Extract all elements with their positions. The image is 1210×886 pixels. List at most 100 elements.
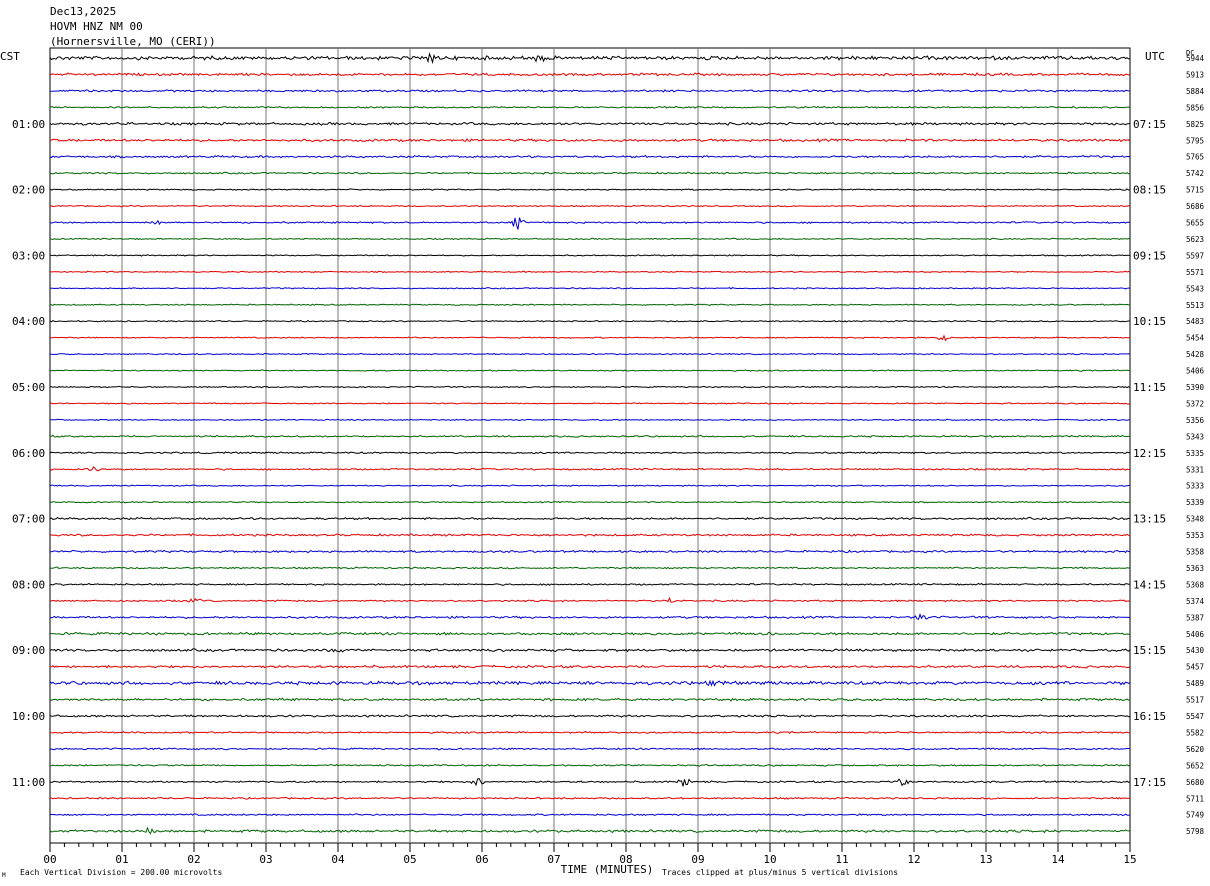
dc-offset-label: 5483 [1186,317,1204,326]
dc-offset-label: 5825 [1186,120,1204,129]
seismic-trace [49,451,1131,455]
seismic-trace [49,385,1131,389]
seismic-trace [49,270,1131,274]
right-hour-label: 15:15 [1133,644,1166,657]
x-tick-label: 03 [259,853,272,866]
right-hour-label: 11:15 [1133,381,1166,394]
scale-note: Each Vertical Division = 200.00 microvol… [20,868,223,877]
seismic-trace [49,697,1131,702]
seismic-trace [49,204,1131,208]
dc-offset-label: 5517 [1186,696,1204,705]
seismic-trace [49,549,1131,554]
right-hour-label: 08:15 [1133,184,1166,197]
dc-offset-label: 5374 [1186,597,1205,606]
seismic-trace [49,466,1131,472]
right-hour-label: 07:15 [1133,118,1166,131]
dc-offset-label: 5680 [1186,778,1205,787]
dc-offset-label: 5406 [1186,630,1205,639]
seismic-trace [49,334,1131,342]
dc-offset-label: 5795 [1186,136,1204,145]
x-tick-label: 14 [1051,853,1065,866]
seismic-trace [49,516,1131,521]
x-tick-label: 04 [331,853,345,866]
right-hour-label: 09:15 [1133,249,1166,262]
dc-offset-label: 5356 [1186,416,1205,425]
dc-offset-label: 5390 [1186,383,1205,392]
dc-offset-label: 5597 [1186,251,1204,260]
seismic-trace [49,171,1130,175]
seismic-trace [49,154,1131,159]
seismic-trace [49,648,1131,653]
seismic-trace [49,352,1131,356]
left-hour-label: 08:00 [12,578,45,591]
x-tick-label: 01 [115,853,128,866]
dc-offset-label: 5353 [1186,531,1204,540]
x-tick-label: 11 [835,853,848,866]
left-hour-label: 11:00 [12,776,45,789]
clip-note: Traces clipped at plus/minus 5 vertical … [662,868,899,877]
seismic-trace [50,664,1131,669]
seismic-trace [49,566,1131,570]
dc-offset-label: 5333 [1186,482,1204,491]
left-hour-label: 01:00 [12,118,45,131]
dc-offset-label: 5884 [1186,87,1205,96]
seismic-trace [49,533,1131,537]
left-hour-label: 05:00 [12,381,45,394]
plot-frame [49,47,1131,844]
x-tick-label: 00 [43,853,56,866]
seismic-trace [49,89,1131,93]
seismic-trace [49,500,1130,504]
dc-offset-label: 5571 [1186,268,1204,277]
seismic-trace [49,582,1131,586]
seismic-trace [49,418,1131,422]
left-hour-label: 09:00 [12,644,45,657]
dc-offset-label: 5913 [1186,70,1204,79]
dc-offset-label: 5358 [1186,548,1205,557]
x-tick-label: 15 [1123,853,1136,866]
x-tick-label: 02 [187,853,200,866]
seismic-trace [50,730,1131,735]
dc-offset-label: 5655 [1186,219,1204,228]
dc-offset-label: 5454 [1186,334,1205,343]
dc-offset-label: 5765 [1186,153,1204,162]
left-hour-label: 04:00 [12,315,45,328]
seismic-trace [49,714,1131,718]
dc-offset-label: 5543 [1186,284,1204,293]
seismic-trace [49,596,1131,603]
dc-offset-label: 5582 [1186,728,1204,737]
dc-offset-label: 5368 [1186,580,1205,589]
seismic-trace [50,763,1131,767]
seismic-trace [49,679,1131,687]
seismic-trace [49,188,1131,191]
seismic-trace [49,484,1130,487]
left-hour-label: 07:00 [12,513,45,526]
dc-offset-label: 5715 [1186,186,1204,195]
seismic-trace [49,826,1131,835]
x-axis-label: TIME (MINUTES) [561,863,654,876]
dc-offset-label: 5335 [1186,449,1204,458]
dc-offset-label: 5339 [1186,498,1204,507]
dc-offset-label: 5547 [1186,712,1204,721]
seismic-trace [49,796,1131,800]
seismic-trace [49,254,1131,257]
seismic-trace [49,286,1131,290]
right-hour-label: 13:15 [1133,513,1166,526]
dc-offset-label: 5343 [1186,432,1204,441]
left-hour-label: 03:00 [12,249,45,262]
seismic-trace [49,52,1131,65]
dc-offset-label: 5428 [1186,350,1205,359]
x-tick-label: 06 [475,853,488,866]
dc-offset-label: 5513 [1186,301,1204,310]
x-tick-label: 13 [979,853,992,866]
left-hour-label: 02:00 [12,184,45,197]
x-tick-label: 10 [763,853,776,866]
dc-offset-label: 5489 [1186,679,1204,688]
seismic-trace [49,217,1131,230]
dc-offset-label: 5331 [1186,465,1204,474]
right-hour-label: 16:15 [1133,710,1166,723]
seismic-trace [49,402,1131,405]
dc-offset-label: 5711 [1186,794,1204,803]
seismic-trace [49,237,1131,241]
dc-offset-label: 5363 [1186,564,1204,573]
dc-offset-label: 5652 [1186,761,1204,770]
